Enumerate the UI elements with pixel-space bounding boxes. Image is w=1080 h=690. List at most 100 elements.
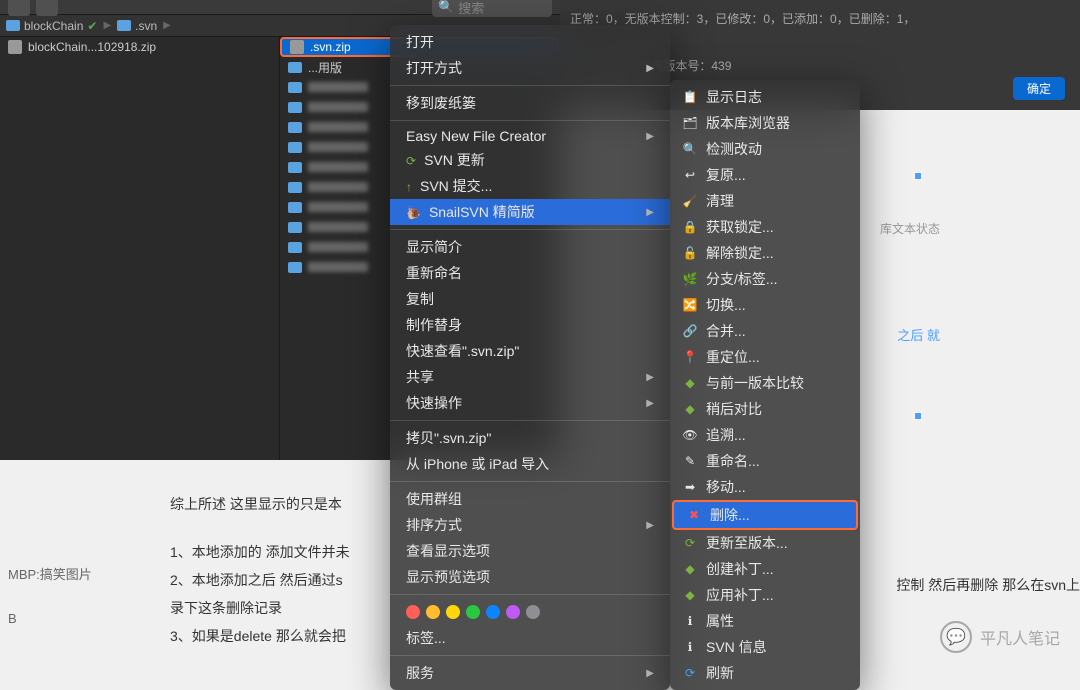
menu-rename[interactable]: 重新命名 xyxy=(390,260,670,286)
sub-switch[interactable]: 🔀切换... xyxy=(670,292,860,318)
nav-back-button[interactable] xyxy=(8,0,30,16)
menu-svn-update[interactable]: ⟳SVN 更新 xyxy=(390,147,670,173)
browser-icon: 🗂 xyxy=(682,116,698,130)
chevron-right-icon: ▶ xyxy=(646,131,654,142)
file-name: blockChain...102918.zip xyxy=(28,40,156,54)
sub-release-lock[interactable]: 🔓解除锁定... xyxy=(670,240,860,266)
sub-branch-tag[interactable]: 🌿分支/标签... xyxy=(670,266,860,292)
resize-handle[interactable] xyxy=(914,412,922,420)
refresh-icon: ⟳ xyxy=(682,666,698,680)
menu-separator xyxy=(390,420,670,421)
sub-diff-later[interactable]: ◆稍后对比 xyxy=(670,396,860,422)
article-line: 3、如果是delete 那么就会把 xyxy=(170,622,910,650)
path-segment-1[interactable]: blockChain ✔ xyxy=(0,19,103,33)
relocate-icon: 📍 xyxy=(682,350,698,364)
diff-icon: ◆ xyxy=(682,376,698,390)
resize-handle[interactable] xyxy=(914,172,922,180)
sub-cleanup[interactable]: 🧹清理 xyxy=(670,188,860,214)
menu-services[interactable]: 服务▶ xyxy=(390,660,670,686)
wechat-icon: 💬 xyxy=(940,621,972,653)
article-line: 录下这条删除记录 xyxy=(170,594,910,622)
chevron-right-icon: ▶ xyxy=(646,207,654,218)
sub-blame[interactable]: 👁追溯... xyxy=(670,422,860,448)
chevron-right-icon: ▶ xyxy=(163,20,171,31)
file-name: ...用版 xyxy=(308,59,342,76)
menu-trash[interactable]: 移到废纸篓 xyxy=(390,90,670,116)
folder-icon xyxy=(288,162,302,173)
folder-icon xyxy=(288,62,302,73)
confirm-button[interactable]: 确定 xyxy=(1013,77,1065,100)
lock-icon: 🔒 xyxy=(682,220,698,234)
sub-get-lock[interactable]: 🔒获取锁定... xyxy=(670,214,860,240)
folder-icon xyxy=(117,20,131,31)
menu-open-with[interactable]: 打开方式▶ xyxy=(390,55,670,81)
sub-refresh[interactable]: ⟳刷新 xyxy=(670,660,860,686)
svn-icon: ⟳ xyxy=(406,154,416,168)
partial-text: 之后 就 xyxy=(897,325,940,344)
snail-icon: 🐌 xyxy=(406,206,421,220)
menu-import[interactable]: 从 iPhone 或 iPad 导入 xyxy=(390,451,670,477)
article-line-right: 控制 然后再删除 那么在svn上 xyxy=(896,575,1080,595)
folder-icon xyxy=(288,242,302,253)
nav-fwd-button[interactable] xyxy=(36,0,58,16)
diff-icon: ◆ xyxy=(682,402,698,416)
column-header: 库文本状态 xyxy=(880,220,940,237)
file-item[interactable]: blockChain...102918.zip xyxy=(0,37,279,57)
article-sidebar: MBP:搞笑图片 B xyxy=(0,560,100,630)
path-segment-2[interactable]: .svn xyxy=(111,19,163,33)
sub-merge[interactable]: 🔗合并... xyxy=(670,318,860,344)
article-text: 综上所述 这里显示的只是本 1、本地添加的 添加文件并未 2、本地添加之后 然后… xyxy=(0,480,1080,660)
path-label: blockChain xyxy=(24,19,83,33)
cleanup-icon: 🧹 xyxy=(682,194,698,208)
chevron-right-icon: ▶ xyxy=(646,668,654,679)
log-icon: 📋 xyxy=(682,90,698,104)
folder-icon xyxy=(288,102,302,113)
sub-diff-prev[interactable]: ◆与前一版本比较 xyxy=(670,370,860,396)
revert-icon: ↩ xyxy=(682,168,698,182)
sub-rename[interactable]: ✎重命名... xyxy=(670,448,860,474)
menu-separator xyxy=(390,229,670,230)
folder-icon xyxy=(288,222,302,233)
sidebar-text: MBP:搞笑图片 xyxy=(0,560,100,587)
watermark: 💬 平凡人笔记 xyxy=(940,621,1060,653)
chevron-right-icon: ▶ xyxy=(646,372,654,383)
menu-open[interactable]: 打开 xyxy=(390,29,670,55)
menu-easy-new-file[interactable]: Easy New File Creator▶ xyxy=(390,125,670,147)
sub-check-mods[interactable]: 🔍检测改动 xyxy=(670,136,860,162)
file-name: .svn.zip xyxy=(310,40,351,54)
merge-icon: 🔗 xyxy=(682,324,698,338)
zip-icon xyxy=(8,40,22,54)
menu-quicklook[interactable]: 快速查看".svn.zip" xyxy=(390,338,670,364)
chevron-right-icon: ▶ xyxy=(646,63,654,74)
sync-checkmark-icon: ✔ xyxy=(87,19,97,33)
chevron-right-icon: ▶ xyxy=(646,398,654,409)
search-placeholder: 搜索 xyxy=(458,0,484,17)
chevron-right-icon: ▶ xyxy=(103,20,111,31)
menu-share[interactable]: 共享▶ xyxy=(390,364,670,390)
article-line: 2、本地添加之后 然后通过s xyxy=(170,572,343,588)
sub-relocate[interactable]: 📍重定位... xyxy=(670,344,860,370)
menu-quick-actions[interactable]: 快速操作▶ xyxy=(390,390,670,416)
menu-get-info[interactable]: 显示简介 xyxy=(390,234,670,260)
check-icon: 🔍 xyxy=(682,142,698,156)
rename-icon: ✎ xyxy=(682,454,698,468)
sidebar-text: B xyxy=(0,607,100,630)
sub-show-log[interactable]: 📋显示日志 xyxy=(670,84,860,110)
svn-icon: ↑ xyxy=(406,180,412,194)
sub-revert[interactable]: ↩复原... xyxy=(670,162,860,188)
menu-snailsvn[interactable]: 🐌SnailSVN 精简版▶ xyxy=(390,199,670,225)
article-line: 综上所述 这里显示的只是本 xyxy=(170,490,910,518)
blame-icon: 👁 xyxy=(682,428,698,442)
menu-separator xyxy=(390,85,670,86)
sub-repo-browser[interactable]: 🗂版本库浏览器 xyxy=(670,110,860,136)
branch-icon: 🌿 xyxy=(682,272,698,286)
search-input[interactable]: 🔍 搜索 xyxy=(432,0,552,17)
menu-alias[interactable]: 制作替身 xyxy=(390,312,670,338)
article-line: 1、本地添加的 添加文件并未 xyxy=(170,538,910,566)
unlock-icon: 🔓 xyxy=(682,246,698,260)
menu-svn-commit[interactable]: ↑SVN 提交... xyxy=(390,173,670,199)
folder-icon xyxy=(288,182,302,193)
menu-duplicate[interactable]: 复制 xyxy=(390,286,670,312)
column-1[interactable]: blockChain...102918.zip xyxy=(0,37,280,460)
menu-copy[interactable]: 拷贝".svn.zip" xyxy=(390,425,670,451)
